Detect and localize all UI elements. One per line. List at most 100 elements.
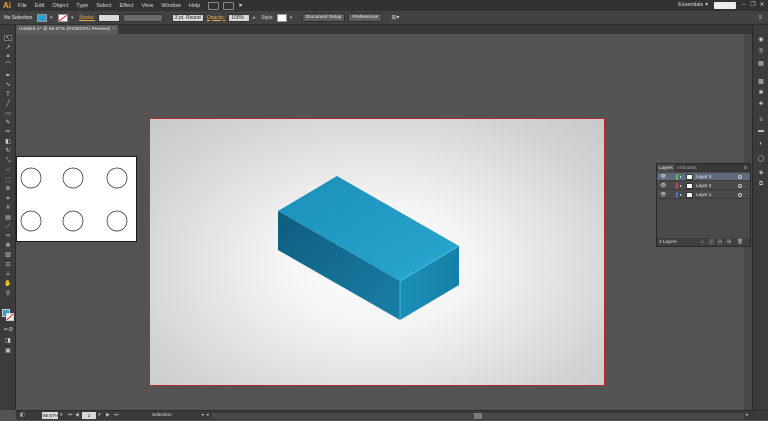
document-tab[interactable]: Untitled-1* @ 66.67% (RGB/GPU Preview) ×: [16, 25, 119, 34]
swatches-icon[interactable]: ▩: [757, 79, 765, 85]
horizontal-scrollbar-thumb[interactable]: [474, 413, 482, 419]
zoom-level-field[interactable]: 66.67%: [42, 412, 59, 419]
layer-row[interactable]: 👁 ▸ Layer 1: [657, 191, 750, 199]
chevron-down-icon[interactable]: ▾: [50, 14, 55, 22]
search-input[interactable]: [714, 2, 736, 9]
visibility-eye-icon[interactable]: 👁: [660, 174, 666, 180]
stroke-weight-field[interactable]: [97, 13, 120, 22]
layer-name[interactable]: Layer 3: [696, 173, 711, 181]
rotate-tool-icon[interactable]: ↻: [4, 148, 12, 154]
appearance-panel-icon[interactable]: ◯: [757, 156, 765, 162]
preferences-button[interactable]: Preferences: [348, 13, 383, 22]
document-setup-button[interactable]: Document Setup: [301, 13, 346, 22]
tab-layers[interactable]: Layers: [657, 164, 675, 172]
libraries-icon[interactable]: ▦: [757, 61, 765, 67]
create-sublayer-icon[interactable]: ⊟: [718, 239, 722, 245]
locate-object-icon[interactable]: ⌕: [701, 239, 704, 245]
transparency-panel-icon[interactable]: ◐: [757, 141, 765, 147]
isometric-brick-artwork[interactable]: [276, 174, 462, 324]
close-button[interactable]: ✕: [758, 1, 766, 9]
column-graph-tool-icon[interactable]: ▥: [4, 252, 12, 258]
blend-tool-icon[interactable]: ∞: [4, 233, 12, 239]
chevron-down-icon[interactable]: ▾: [290, 14, 295, 22]
last-artboard-icon[interactable]: ⏭: [114, 412, 119, 419]
bridge-icon[interactable]: [208, 1, 220, 10]
color-mode-icons[interactable]: ▪▫⊘: [4, 327, 13, 333]
gradient-tool-icon[interactable]: ▤: [4, 215, 12, 221]
scroll-right-icon[interactable]: ▸: [746, 412, 749, 419]
pasteboard-rectangle[interactable]: [16, 156, 137, 242]
magic-wand-tool-icon[interactable]: ✶: [4, 54, 12, 60]
menu-help[interactable]: Help: [185, 3, 204, 9]
create-layer-icon[interactable]: ⊞: [727, 239, 731, 245]
first-artboard-icon[interactable]: ⏮: [68, 412, 73, 419]
graphic-style-swatch[interactable]: [276, 13, 287, 22]
paintbrush-tool-icon[interactable]: ✎: [4, 120, 12, 126]
layer-row[interactable]: 👁 ▸ Layer 2: [657, 182, 750, 190]
status-left-icon[interactable]: ◧: [20, 412, 25, 419]
layer-name[interactable]: Layer 2: [696, 182, 711, 190]
next-artboard-icon[interactable]: ▶: [106, 412, 110, 419]
eyedropper-tool-icon[interactable]: ⟋: [4, 224, 12, 230]
perspective-grid-tool-icon[interactable]: ⌗: [4, 196, 12, 202]
expand-triangle-icon[interactable]: ▸: [680, 183, 682, 188]
make-clipping-mask-icon[interactable]: ◫: [709, 239, 714, 245]
menu-view[interactable]: View: [137, 3, 157, 9]
mesh-tool-icon[interactable]: #: [4, 205, 12, 211]
send-icon[interactable]: ➤: [238, 2, 243, 9]
color-panel-icon[interactable]: ◉: [757, 37, 765, 43]
restore-button[interactable]: ❐: [749, 1, 757, 9]
brushes-icon[interactable]: ✱: [757, 90, 765, 96]
gradient-panel-icon[interactable]: ▬: [757, 128, 765, 134]
variable-width-profile[interactable]: [122, 13, 163, 22]
lasso-tool-icon[interactable]: ⌒: [4, 63, 12, 69]
panel-menu-icon[interactable]: ≡: [744, 164, 747, 172]
fill-swatch[interactable]: [37, 13, 47, 22]
pen-tool-icon[interactable]: ✒: [4, 73, 12, 79]
target-circle-icon[interactable]: [738, 193, 742, 197]
scale-tool-icon[interactable]: ⤡: [4, 158, 12, 164]
rectangle-tool-icon[interactable]: ▭: [4, 111, 12, 117]
line-segment-tool-icon[interactable]: ╱: [4, 101, 12, 107]
hand-tool-icon[interactable]: ✋: [4, 281, 12, 287]
horizontal-scrollbar[interactable]: [212, 413, 744, 419]
close-icon[interactable]: ×: [112, 27, 115, 32]
menu-select[interactable]: Select: [92, 3, 115, 9]
layer-name[interactable]: Layer 1: [696, 191, 711, 199]
artboards-panel-icon[interactable]: ⧉: [757, 181, 765, 187]
visibility-eye-icon[interactable]: 👁: [660, 183, 666, 189]
layer-row[interactable]: 👁 ▸ Layer 3: [657, 173, 750, 181]
status-menu-icon[interactable]: ▸: [202, 412, 205, 419]
shape-builder-tool-icon[interactable]: ⊕: [4, 186, 12, 192]
workspace-switcher[interactable]: Essentials ▾: [678, 2, 708, 8]
panel-menu-icon[interactable]: ≡: [758, 15, 762, 21]
stroke-color-box[interactable]: [6, 313, 14, 321]
symbol-sprayer-tool-icon[interactable]: ❋: [4, 243, 12, 249]
artboard-tool-icon[interactable]: ⊡: [4, 262, 12, 268]
menu-type[interactable]: Type: [72, 3, 92, 9]
selection-tool-icon[interactable]: ↖: [4, 35, 12, 42]
stroke-panel-icon[interactable]: ≡: [757, 117, 765, 123]
chevron-down-icon[interactable]: ▾: [60, 412, 63, 419]
layers-panel-icon[interactable]: ◈: [757, 170, 765, 176]
trash-icon[interactable]: 🗑: [737, 239, 743, 245]
tab-artboards[interactable]: Artboards: [675, 164, 699, 172]
menu-effect[interactable]: Effect: [116, 3, 138, 9]
opacity-field[interactable]: 100%: [228, 13, 251, 22]
stroke-swatch[interactable]: [58, 13, 68, 22]
menu-window[interactable]: Window: [157, 3, 185, 9]
previous-artboard-icon[interactable]: ◀: [75, 412, 79, 419]
arrange-icon[interactable]: ⊞▾: [391, 14, 399, 21]
expand-triangle-icon[interactable]: ▸: [680, 174, 682, 179]
drawing-mode-icon[interactable]: ◨: [4, 338, 12, 344]
expand-triangle-icon[interactable]: ▸: [680, 192, 682, 197]
opacity-label[interactable]: Opacity:: [207, 15, 225, 21]
brush-definition[interactable]: 3 pt. Round: [171, 13, 204, 22]
type-tool-icon[interactable]: T: [4, 92, 12, 98]
menu-file[interactable]: File: [14, 3, 31, 9]
arrange-documents-icon[interactable]: [223, 1, 235, 10]
symbols-icon[interactable]: ♣: [757, 101, 765, 107]
target-circle-icon[interactable]: [738, 184, 742, 188]
menu-edit[interactable]: Edit: [31, 3, 48, 9]
stroke-label[interactable]: Stroke:: [79, 15, 95, 21]
